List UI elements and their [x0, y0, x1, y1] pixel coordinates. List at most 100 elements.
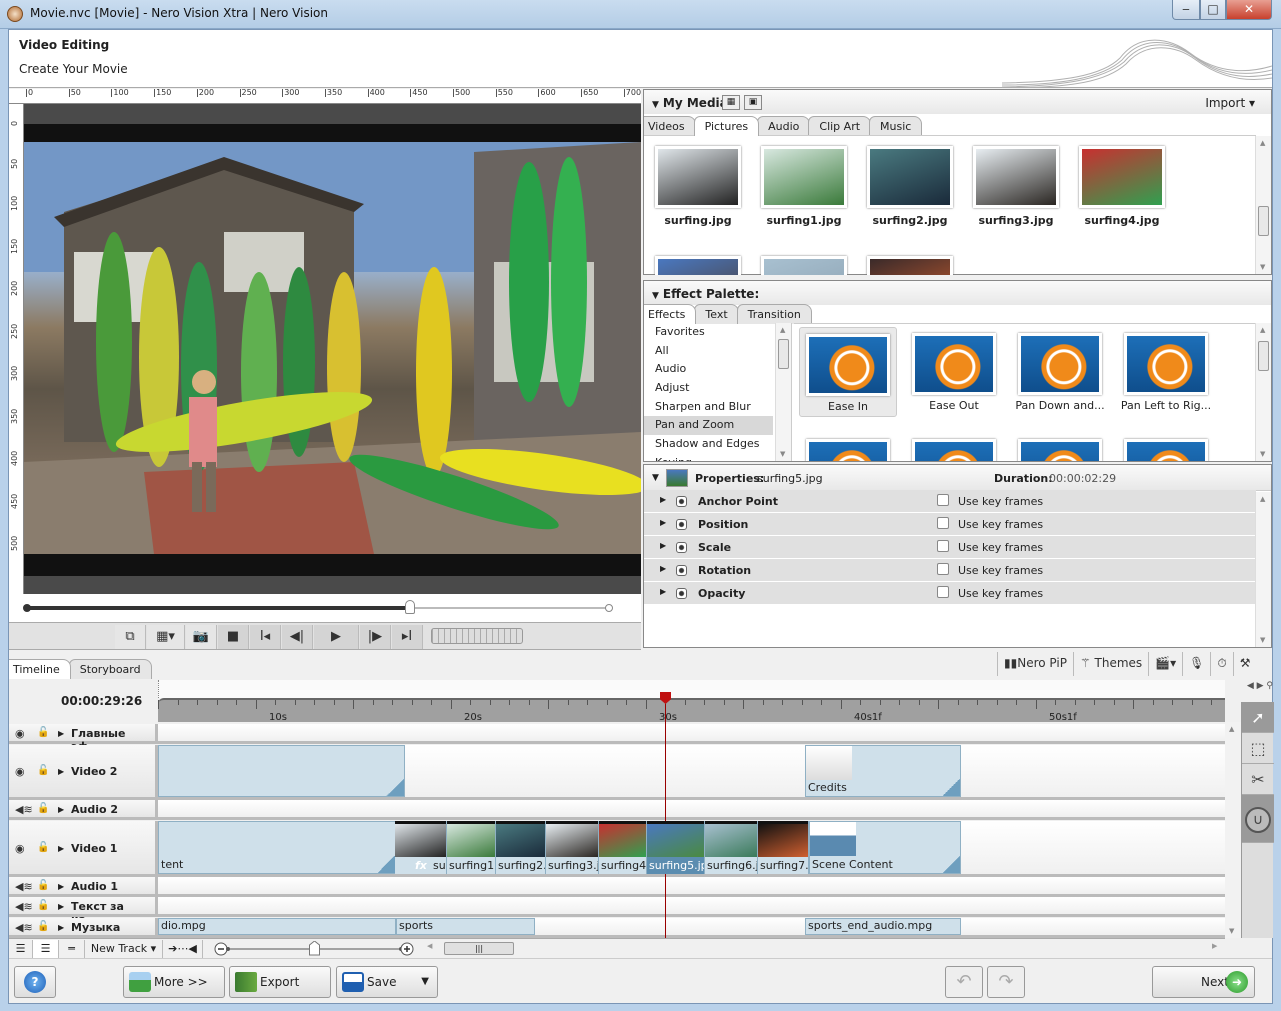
scroll-up-icon[interactable]: ▲ [1260, 139, 1265, 147]
effect-item[interactable] [1117, 433, 1215, 461]
collapse-icon[interactable]: ▼ [652, 291, 659, 301]
track-size-large-button[interactable]: ☰ [9, 940, 33, 958]
video-preview[interactable] [24, 104, 641, 594]
nero-pip-button[interactable]: ▮▮Nero PiP [997, 652, 1073, 676]
keyframes-checkbox[interactable] [937, 563, 949, 575]
image-clip[interactable]: surfing3.j [546, 821, 599, 874]
effect-item[interactable] [1011, 433, 1109, 461]
track-header[interactable]: ◉🔓▶Главные эф... [9, 724, 158, 753]
video2-clip[interactable] [158, 745, 405, 797]
scroll-up-icon[interactable]: ▲ [780, 326, 785, 334]
lock-icon[interactable]: 🔓 [37, 803, 49, 814]
mark-in-button[interactable]: I◂ [250, 625, 281, 649]
track-lane[interactable] [158, 897, 1225, 917]
stop-button[interactable]: ■ [218, 625, 249, 649]
save-button[interactable]: Save ▼ [336, 966, 438, 998]
clip-trim-handle[interactable] [386, 779, 404, 796]
effect-item[interactable]: Ease Out [905, 327, 1003, 417]
media-item[interactable] [756, 256, 852, 275]
snapshot-button[interactable]: 📷 [186, 625, 217, 649]
media-item[interactable] [650, 256, 746, 275]
mark-out-button[interactable]: ▸I [392, 625, 423, 649]
aspect-ratio-button[interactable]: ▦▾ [147, 625, 185, 649]
expand-track-icon[interactable]: ▶ [58, 923, 64, 932]
track-size-medium-button[interactable]: ☰ [33, 940, 59, 958]
scroll-thumb[interactable] [1258, 341, 1269, 371]
help-button[interactable]: ? [14, 966, 56, 998]
import-button[interactable]: Import ▾ [1205, 96, 1255, 110]
minimize-button[interactable]: ‒ [1172, 0, 1200, 20]
marquee-tool[interactable]: ⬚ [1242, 733, 1274, 764]
track-lane[interactable] [158, 724, 1225, 744]
timeline-ruler[interactable]: 10s 20s 30s 40s1f 50s1f [158, 698, 1225, 723]
image-clip[interactable]: fx su [395, 821, 447, 874]
media-item[interactable]: surfing4.jpg [1074, 146, 1170, 227]
grid-view-icon[interactable]: ▦ [722, 95, 740, 110]
expand-icon[interactable]: ▶ [660, 564, 666, 573]
tab-transition[interactable]: Transition [736, 304, 812, 324]
timer-button[interactable]: ⏱ [1210, 652, 1232, 676]
expand-icon[interactable]: ▶ [660, 518, 666, 527]
lock-icon[interactable]: 🔓 [37, 880, 49, 891]
timeline-nav-icons[interactable]: ◀ ▶ ⚲ [1247, 681, 1273, 691]
image-clip[interactable]: surfing6.jp [705, 821, 758, 874]
seek-thumb[interactable] [404, 600, 415, 614]
effect-item[interactable] [905, 433, 1003, 461]
themes-button[interactable]: ⚚ Themes [1072, 652, 1148, 676]
timeline-horizontal-scroll-thumb[interactable]: ||| [444, 942, 514, 955]
effect-category-item[interactable]: Adjust [644, 379, 791, 398]
large-view-icon[interactable]: ▣ [744, 95, 762, 110]
scroll-right-icon[interactable]: ▶ [1212, 942, 1217, 950]
property-enable-toggle[interactable] [676, 542, 687, 553]
play-button[interactable]: ▶ [314, 625, 359, 649]
previous-frame-button[interactable]: ◀| [282, 625, 313, 649]
expand-track-icon[interactable]: ▶ [58, 882, 64, 891]
property-enable-toggle[interactable] [676, 565, 687, 576]
effect-grid-scrollbar[interactable]: ▲ ▼ [1255, 323, 1271, 461]
effect-category-item[interactable]: Pan and Zoom [644, 416, 773, 436]
image-clip[interactable]: surfing7.j [758, 821, 809, 874]
scroll-up-icon[interactable]: ▲ [1260, 326, 1265, 334]
effect-item[interactable]: Pan Down and... [1011, 327, 1109, 417]
effect-category-item[interactable]: All [644, 342, 791, 361]
more-button[interactable]: More >> [123, 966, 225, 998]
credits-clip[interactable]: Credits [805, 745, 961, 797]
tab-storyboard[interactable]: Storyboard [68, 659, 152, 679]
fx-badge[interactable]: fx [415, 859, 427, 872]
tab-timeline[interactable]: Timeline [9, 659, 71, 679]
clip-trim-handle[interactable] [942, 779, 960, 796]
track-header[interactable]: ◉ 🔓 ▶ Video 1 [9, 821, 158, 877]
timeline-scrollbar[interactable]: ▲ ▼ [1225, 722, 1241, 938]
lock-icon[interactable]: 🔓 [37, 900, 49, 911]
tab-videos[interactable]: Videos [644, 116, 696, 136]
clip-trim-handle[interactable] [377, 856, 395, 873]
effect-category-item[interactable]: Audio [644, 360, 791, 379]
speaker-icon[interactable]: ◀︎≋ [15, 921, 33, 934]
expand-icon[interactable]: ▶ [660, 495, 666, 504]
speaker-icon[interactable]: ◀︎≋ [15, 880, 33, 893]
cut-tool[interactable]: ✂ [1242, 764, 1274, 795]
next-frame-button[interactable]: |▶ [360, 625, 391, 649]
expand-icon[interactable]: ▶ [660, 587, 666, 596]
speaker-icon[interactable]: ◀︎≋ [15, 900, 33, 913]
effect-category-item[interactable]: Favorites [644, 323, 791, 342]
seek-bar[interactable] [9, 594, 641, 622]
track-header[interactable]: ◀︎≋ 🔓 ▶ Audio 1 [9, 877, 158, 897]
media-item[interactable]: surfing3.jpg [968, 146, 1064, 227]
image-clip[interactable]: surfing4.j [599, 821, 647, 874]
collapse-icon[interactable]: ▼ [652, 473, 659, 483]
close-button[interactable]: ✕ [1226, 0, 1272, 20]
scroll-down-icon[interactable]: ▼ [1260, 636, 1265, 644]
keyframes-checkbox[interactable] [937, 586, 949, 598]
fullscreen-button[interactable]: ⧉ [115, 625, 146, 649]
export-button[interactable]: Export [229, 966, 331, 998]
scroll-up-icon[interactable]: ▲ [1229, 725, 1234, 733]
save-dropdown-icon[interactable]: ▼ [421, 967, 429, 997]
audio-clip[interactable]: sports [396, 918, 535, 935]
keyframes-checkbox[interactable] [937, 540, 949, 552]
scroll-up-icon[interactable]: ▲ [1260, 495, 1265, 503]
collapse-icon[interactable]: ▼ [652, 100, 659, 110]
track-header[interactable]: ◀︎≋ 🔓 ▶ Музыка [9, 918, 158, 938]
timeline-marker-strip[interactable]: ◀ ▶ ⚲ [158, 680, 1273, 698]
lock-icon[interactable]: 🔓 [37, 842, 49, 853]
